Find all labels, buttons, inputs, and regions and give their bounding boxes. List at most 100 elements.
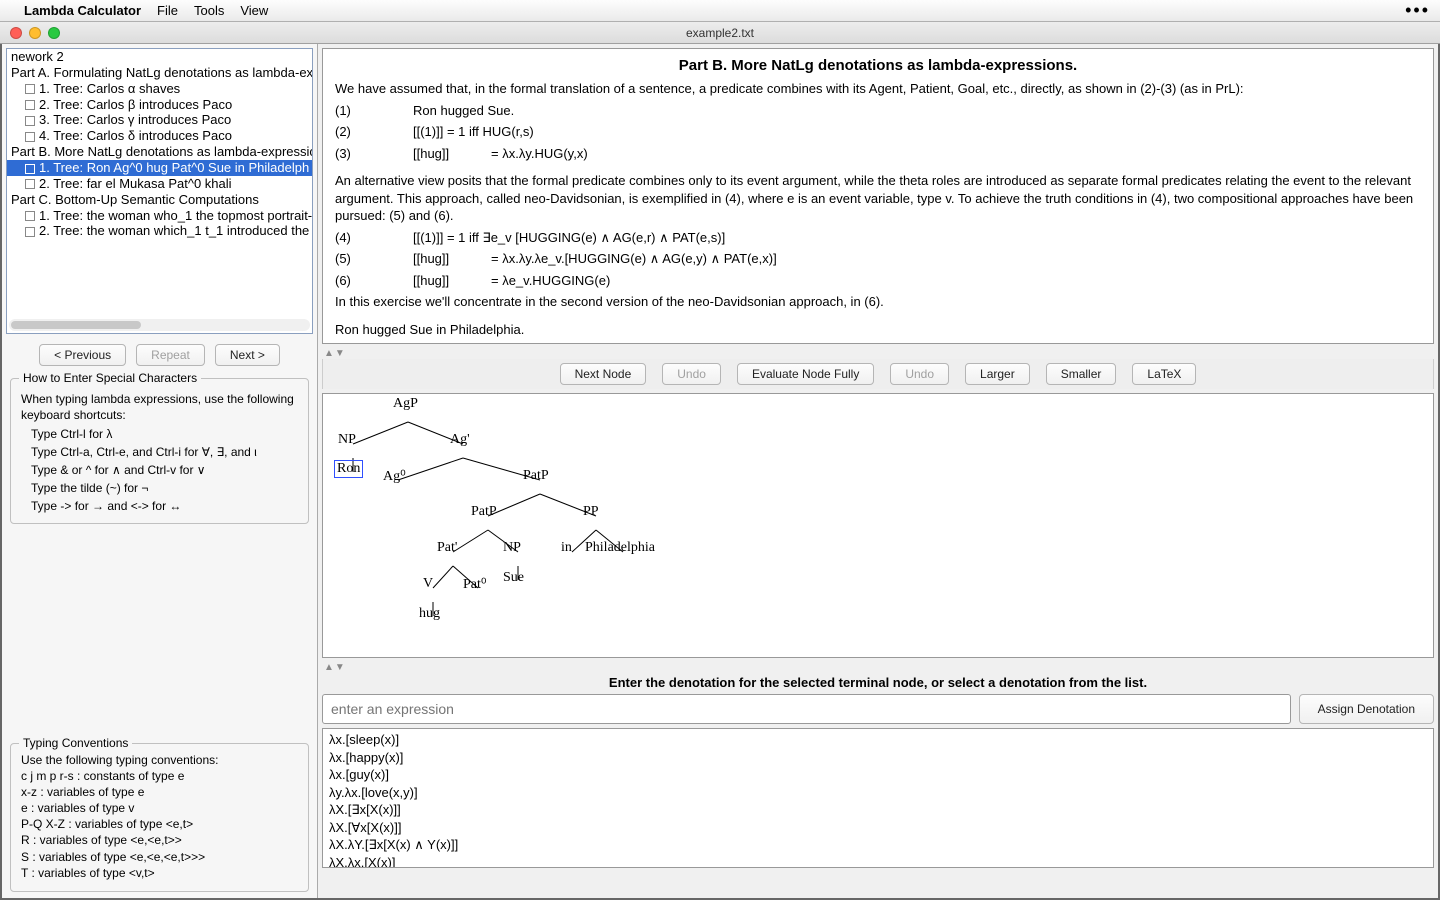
exercise-description: Part B. More NatLg denotations as lambda… [322, 48, 1434, 344]
splitter-handle[interactable]: ▲▼ [318, 662, 1438, 673]
outline-row-label: 2. Tree: Carlos β introduces Paco [39, 97, 232, 112]
desc-p: Ron hugged Sue in Philadelphia. [335, 321, 1421, 339]
tree-node-ag0[interactable]: Ag⁰ [383, 468, 406, 485]
desc-p: 1) Spell out the denotations of the func… [335, 343, 1421, 344]
ex-num: (6) [335, 272, 413, 290]
tree-node-hug[interactable]: hug [419, 606, 440, 622]
expression-item[interactable]: λx.[happy(x)] [329, 749, 1427, 767]
ex-lhs: [[hug]] [413, 272, 491, 290]
outline-row-label: Part C. Bottom-Up Semantic Computations [11, 192, 259, 207]
outline-row[interactable]: Part A. Formulating NatLg denotations as… [7, 65, 312, 81]
outline-row[interactable]: Part C. Bottom-Up Semantic Computations [7, 192, 312, 208]
expression-item[interactable]: λX.[∃x[X(x)]] [329, 801, 1427, 819]
ex-rhs: = λe_v.HUGGING(e) [491, 273, 610, 288]
ex-num: (2) [335, 123, 413, 141]
tree-node-np2[interactable]: NP [503, 540, 521, 556]
window-title: example2.txt [0, 26, 1440, 40]
undo-button-2[interactable]: Undo [890, 363, 949, 385]
tree-node-np[interactable]: NP [338, 432, 356, 448]
ex-num: (3) [335, 145, 413, 163]
tree-node-agp[interactable]: AgP [393, 396, 418, 412]
desc-p: An alternative view posits that the form… [335, 172, 1421, 225]
exercise-outline[interactable]: nework 2Part A. Formulating NatLg denota… [6, 48, 313, 334]
typing-line: R : variables of type <e,<e,t>> [21, 832, 298, 848]
outline-row-label: 2. Tree: far el Mukasa Pat^0 khali [39, 176, 232, 191]
tree-node-patp2[interactable]: PatP [471, 504, 497, 520]
outline-row[interactable]: 1. Tree: the woman who_1 the topmost por… [7, 208, 312, 224]
help-line: Type Ctrl-l for λ [31, 427, 298, 441]
typing-intro: Use the following typing conventions: [21, 752, 298, 768]
outline-row[interactable]: 3. Tree: Carlos γ introduces Paco [7, 112, 312, 128]
repeat-button[interactable]: Repeat [136, 344, 205, 366]
menubar-overflow-icon[interactable]: ••• [1405, 0, 1430, 21]
tree-node-pp[interactable]: PP [583, 504, 599, 520]
outline-row[interactable]: 4. Tree: Carlos δ introduces Paco [7, 128, 312, 144]
syntax-tree[interactable]: AgP NP Ag' Ron Ag⁰ PatP PatP PP Pat' NP … [322, 393, 1434, 658]
help-line: Type & or ^ for ∧ and Ctrl-v for ∨ [31, 463, 298, 477]
menu-file[interactable]: File [157, 3, 178, 18]
ex-text: [[(1)]] = 1 iff ∃e_v [HUGGING(e) ∧ AG(e,… [413, 230, 725, 245]
scrollbar-thumb[interactable] [11, 321, 141, 329]
help-legend: How to Enter Special Characters [19, 371, 201, 385]
next-node-button[interactable]: Next Node [560, 363, 647, 385]
help-intro: When typing lambda expressions, use the … [21, 391, 298, 423]
expression-item[interactable]: λx.[guy(x)] [329, 766, 1427, 784]
outline-row[interactable]: 2. Tree: far el Mukasa Pat^0 khali [7, 176, 312, 192]
expression-item[interactable]: λX.[∀x[X(x)]] [329, 819, 1427, 837]
menu-tools[interactable]: Tools [194, 3, 224, 18]
outline-row-label: Part A. Formulating NatLg denotations as… [11, 65, 313, 80]
next-button[interactable]: Next > [215, 344, 280, 366]
outline-row-label: nework 2 [11, 49, 64, 64]
typing-conventions: Typing Conventions Use the following typ… [10, 743, 309, 893]
tree-node-pat0[interactable]: Pat⁰ [463, 576, 487, 593]
typing-legend: Typing Conventions [19, 736, 132, 750]
tree-node-patp[interactable]: PatP [523, 468, 549, 484]
tree-node-philadelphia[interactable]: Philadelphia [585, 540, 655, 556]
window-titlebar: example2.txt [0, 22, 1440, 44]
outline-row-label: 1. Tree: the woman who_1 the topmost por… [39, 208, 312, 223]
evaluate-button[interactable]: Evaluate Node Fully [737, 363, 874, 385]
smaller-button[interactable]: Smaller [1046, 363, 1117, 385]
tree-node-ag-bar[interactable]: Ag' [450, 432, 470, 448]
undo-button[interactable]: Undo [662, 363, 721, 385]
outline-row-label: Part B. More NatLg denotations as lambda… [11, 144, 313, 159]
tree-node-sue[interactable]: Sue [503, 570, 524, 586]
ex-rhs: = λx.λy.λe_v.[HUGGING(e) ∧ AG(e,y) ∧ PAT… [491, 251, 777, 266]
assign-denotation-button[interactable]: Assign Denotation [1299, 694, 1434, 724]
help-line: Type Ctrl-a, Ctrl-e, and Ctrl-i for ∀, ∃… [31, 445, 298, 459]
outline-row[interactable]: 2. Tree: the woman which_1 t_1 introduce… [7, 223, 312, 239]
tree-node-pat-bar[interactable]: Pat' [437, 540, 457, 556]
outline-row[interactable]: 2. Tree: Carlos β introduces Paco [7, 97, 312, 113]
scrollbar[interactable] [9, 319, 310, 331]
denotation-input[interactable] [322, 694, 1291, 724]
outline-checkbox-icon [25, 84, 35, 94]
tree-node-v[interactable]: V [423, 576, 433, 592]
prev-button[interactable]: < Previous [39, 344, 126, 366]
ex-num: (1) [335, 102, 413, 120]
outline-row[interactable]: 1. Tree: Ron Ag^0 hug Pat^0 Sue in Phila… [7, 160, 312, 176]
expression-item[interactable]: λX.λY.[∃x[X(x) ∧ Y(x)]] [329, 836, 1427, 854]
ex-rhs: = λx.λy.HUG(y,x) [491, 146, 588, 161]
ex-lhs: [[hug]] [413, 250, 491, 268]
latex-button[interactable]: LaTeX [1132, 363, 1196, 385]
outline-row[interactable]: nework 2 [7, 49, 312, 65]
expression-item[interactable]: λx.[sleep(x)] [329, 731, 1427, 749]
outline-checkbox-icon [25, 211, 35, 221]
expression-item[interactable]: λX.λx.[X(x)] [329, 854, 1427, 868]
menu-view[interactable]: View [240, 3, 268, 18]
tree-node-in[interactable]: in [561, 540, 572, 556]
ex-num: (4) [335, 229, 413, 247]
denotation-list[interactable]: λx.[sleep(x)]λx.[happy(x)]λx.[guy(x)]λy.… [322, 728, 1434, 868]
typing-line: T : variables of type <v,t> [21, 865, 298, 881]
ex-lhs: [[hug]] [413, 145, 491, 163]
outline-row[interactable]: Part B. More NatLg denotations as lambda… [7, 144, 312, 160]
tree-node-ron[interactable]: Ron [334, 460, 363, 478]
larger-button[interactable]: Larger [965, 363, 1030, 385]
outline-row[interactable]: 1. Tree: Carlos α shaves [7, 81, 312, 97]
outline-checkbox-icon [25, 227, 35, 237]
expression-item[interactable]: λy.λx.[love(x,y)] [329, 784, 1427, 802]
outline-row-label: 1. Tree: Carlos α shaves [39, 81, 180, 96]
splitter-handle[interactable]: ▲▼ [318, 348, 1438, 359]
app-name[interactable]: Lambda Calculator [24, 3, 141, 18]
help-line: Type -> for → and <-> for ↔ [31, 499, 298, 513]
